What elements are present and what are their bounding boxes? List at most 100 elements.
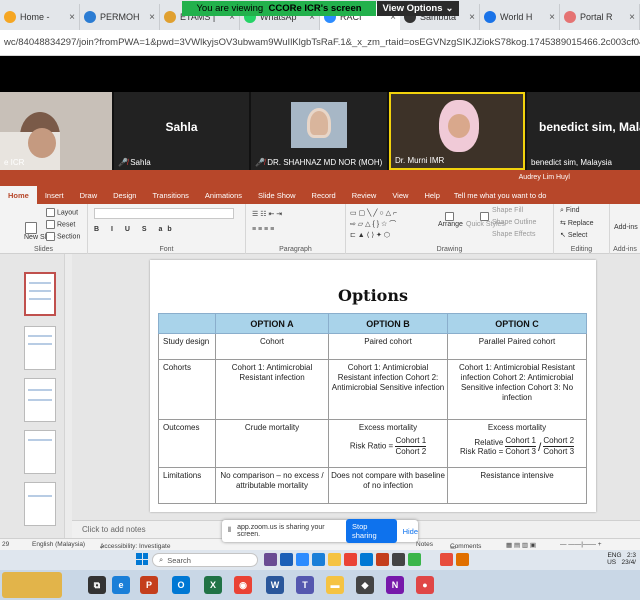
ribbon-tab[interactable]: Draw bbox=[72, 186, 106, 204]
chevron-down-icon: ⌄ bbox=[445, 3, 454, 14]
ribbon-tab[interactable]: Help bbox=[416, 186, 447, 204]
view-options-button[interactable]: View Options ⌄ bbox=[377, 1, 459, 16]
folder-icon[interactable] bbox=[328, 553, 341, 566]
account-name[interactable]: Audrey Lim Huyl bbox=[519, 174, 570, 181]
app-icon[interactable]: ● bbox=[416, 576, 434, 594]
windows-start-icon[interactable] bbox=[136, 553, 148, 565]
reset-button[interactable]: Reset bbox=[46, 220, 75, 229]
share-indicator-icon: ⦀ bbox=[228, 527, 232, 534]
table-cell: Cohort 1: Antimicrobial Resistant infect… bbox=[328, 359, 448, 420]
bullets-button[interactable]: ☰ ☷ ⇤ ⇥ bbox=[252, 210, 282, 218]
new-slide-button[interactable]: New Slide bbox=[24, 222, 56, 241]
stop-sharing-button[interactable]: Stop sharing bbox=[346, 519, 397, 543]
app-icon[interactable] bbox=[392, 553, 405, 566]
ribbon-tab[interactable]: Animations bbox=[197, 186, 250, 204]
ribbon-tab[interactable]: Review bbox=[344, 186, 385, 204]
app-icon[interactable]: ◆ bbox=[356, 576, 374, 594]
align-buttons[interactable]: ≡ ≡ ≡ ≡ bbox=[252, 226, 274, 233]
ribbon-tab[interactable]: Design bbox=[105, 186, 144, 204]
browser-tab[interactable]: Home - × bbox=[0, 4, 80, 30]
chrome-icon[interactable] bbox=[344, 553, 357, 566]
ribbon-tab[interactable]: Insert bbox=[37, 186, 72, 204]
participant-tile-benedict[interactable]: benedict sim, Malay benedict sim, Malays… bbox=[527, 92, 640, 170]
close-icon[interactable]: × bbox=[149, 12, 155, 23]
close-icon[interactable]: × bbox=[549, 12, 555, 23]
task-view-icon[interactable]: ⧉ bbox=[88, 576, 106, 594]
edge-icon[interactable]: e bbox=[112, 576, 130, 594]
slide-thumbnail[interactable] bbox=[24, 482, 56, 526]
teams-icon[interactable]: T bbox=[296, 576, 314, 594]
zoom-app-icon[interactable] bbox=[296, 553, 309, 566]
word-icon[interactable]: W bbox=[266, 576, 284, 594]
zoom-slider[interactable]: — ——|—— + bbox=[560, 541, 602, 548]
slide-thumbnail[interactable] bbox=[24, 272, 56, 316]
slide-thumbnail[interactable] bbox=[24, 378, 56, 422]
table-row: Study design Cohort Paired cohort Parall… bbox=[158, 333, 587, 360]
close-icon[interactable]: × bbox=[629, 12, 635, 23]
app-icon[interactable] bbox=[408, 553, 421, 566]
addins-group: Add-ins Add-ins bbox=[610, 204, 640, 254]
slides-group: New Slide Layout Reset Section Slides bbox=[0, 204, 88, 254]
accessibility-label: Accessibility: Investigate bbox=[100, 543, 171, 550]
participant-tile-murni[interactable]: Dr. Murni IMR bbox=[389, 92, 525, 170]
close-icon[interactable]: × bbox=[69, 12, 75, 23]
participant-tile-shahnaz[interactable]: 🎤̸ DR. SHAHNAZ MD NOR (MOH) bbox=[251, 92, 387, 170]
ribbon-tab[interactable]: Slide Show bbox=[250, 186, 304, 204]
ribbon-tab[interactable]: Transitions bbox=[144, 186, 196, 204]
system-tray[interactable]: ENG 2:3 US 23/4/ bbox=[607, 552, 636, 566]
browser-tab[interactable]: PERMOH × bbox=[80, 4, 160, 30]
shape-effects-button[interactable]: Shape Effects bbox=[492, 231, 535, 238]
slide-thumbnail[interactable] bbox=[24, 430, 56, 474]
ribbon-tab[interactable]: Home bbox=[0, 186, 37, 204]
shape-outline-button[interactable]: Shape Outline bbox=[492, 219, 536, 226]
find-button[interactable]: ⌕ Find bbox=[560, 207, 580, 215]
outlook-icon[interactable]: O bbox=[172, 576, 190, 594]
shapes-gallery[interactable]: ▭ ▢ ╲ ╱ ○ △ ⌐ ⇨ ▱ △ { } ☆ ⌒ ⊏ ▲ ⟨ ⟩ ✦ ⬡ bbox=[350, 208, 397, 241]
browser-tab[interactable]: Portal R × bbox=[560, 4, 640, 30]
browser-tab[interactable]: World H × bbox=[480, 4, 560, 30]
replace-button[interactable]: ⇆ Replace bbox=[560, 219, 594, 227]
powerpoint-icon[interactable] bbox=[376, 553, 389, 566]
address-bar[interactable]: wc/84048834297/join?fromPWA=1&pwd=3VWlky… bbox=[0, 30, 640, 56]
app-icon[interactable] bbox=[440, 553, 453, 566]
participant-name: Sahla bbox=[130, 158, 151, 167]
tell-me-search[interactable]: Tell me what you want to do bbox=[448, 191, 547, 200]
screen-share-banner: ⦀ app.zoom.us is sharing your screen. St… bbox=[222, 519, 418, 543]
hide-button[interactable]: Hide bbox=[403, 527, 418, 536]
tab-favicon-icon bbox=[564, 11, 576, 23]
viewing-banner: You are viewing CCORe ICR's screen bbox=[182, 1, 376, 16]
section-button[interactable]: Section bbox=[46, 232, 80, 241]
onenote-icon[interactable]: N bbox=[386, 576, 404, 594]
folder-icon[interactable]: ▬ bbox=[326, 576, 344, 594]
select-button[interactable]: ↖ Select bbox=[560, 231, 587, 239]
app-icon[interactable] bbox=[280, 553, 293, 566]
participant-tile-icr[interactable]: e ICR bbox=[0, 92, 112, 170]
app-icon[interactable] bbox=[456, 553, 469, 566]
shape-fill-button[interactable]: Shape Fill bbox=[492, 207, 523, 214]
ribbon-tab[interactable]: Record bbox=[304, 186, 344, 204]
share-text: app.zoom.us is sharing your screen. bbox=[237, 524, 325, 538]
arrange-button[interactable]: Arrange bbox=[438, 212, 463, 228]
addins-button[interactable]: Add-ins bbox=[614, 224, 638, 231]
notes-toggle[interactable]: Notes bbox=[416, 541, 433, 548]
edge-icon[interactable] bbox=[312, 553, 325, 566]
excel-icon[interactable]: X bbox=[204, 576, 222, 594]
slide[interactable]: Options OPTION A OPTION B OPTION C Study… bbox=[150, 260, 596, 512]
layout-button[interactable]: Layout bbox=[46, 208, 78, 217]
view-buttons[interactable]: ▦ ▤ ▥ ▣ bbox=[506, 541, 536, 549]
taskbar-search[interactable]: ⌕ Search bbox=[152, 553, 258, 567]
language-status[interactable]: English (Malaysia) bbox=[32, 541, 85, 548]
thumbnail-scrollbar[interactable] bbox=[64, 254, 72, 538]
slide-thumbnail[interactable] bbox=[24, 326, 56, 370]
participant-tile-sahla[interactable]: Sahla 🎤̸ Sahla bbox=[114, 92, 249, 170]
close-icon[interactable]: × bbox=[469, 12, 475, 23]
font-format-buttons[interactable]: B I U S ab bbox=[94, 226, 177, 233]
ribbon-tab[interactable]: View bbox=[384, 186, 416, 204]
layout-label: Layout bbox=[57, 209, 79, 217]
app-icon[interactable] bbox=[264, 553, 277, 566]
chrome-icon[interactable]: ◉ bbox=[234, 576, 252, 594]
font-name-box[interactable] bbox=[94, 208, 234, 219]
outlook-icon[interactable] bbox=[360, 553, 373, 566]
powerpoint-icon[interactable]: P bbox=[140, 576, 158, 594]
fraction-denominator: Cohort 2 bbox=[395, 447, 427, 456]
